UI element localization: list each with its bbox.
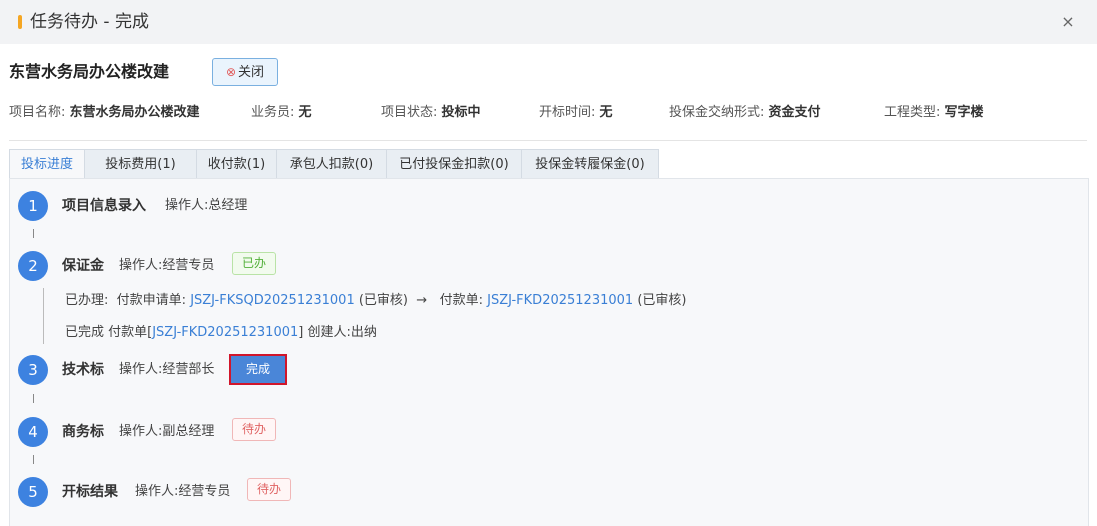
step-number: 4: [18, 417, 48, 447]
payment-slip-link[interactable]: JSZJ-FKD20251231001: [487, 293, 633, 308]
step-number: 1: [18, 191, 48, 221]
info-salesperson: 业务员: 无: [251, 105, 312, 120]
complete-button[interactable]: 完成: [229, 354, 287, 385]
close-button[interactable]: ⊗ 关闭: [212, 58, 278, 86]
status-badge: 待办: [247, 478, 292, 501]
info-bid-opening-time: 开标时间: 无: [539, 105, 613, 120]
step-name: 技术标: [62, 362, 104, 378]
deposit-detail-line-2: 已完成 付款单[JSZJ-FKD20251231001] 创建人:出纳: [65, 325, 377, 340]
step-connector: [33, 394, 34, 403]
tab-payments[interactable]: 收付款(1): [197, 149, 277, 179]
step-number: 3: [18, 355, 48, 385]
step-number: 5: [18, 477, 48, 507]
step-connector: [33, 455, 34, 464]
completed-payment-slip-link[interactable]: JSZJ-FKD20251231001: [152, 325, 298, 340]
step-operator: 操作人:经营专员: [119, 258, 215, 273]
step-name: 保证金: [62, 258, 104, 274]
project-title: 东营水务局办公楼改建: [9, 62, 170, 81]
dialog-title: 任务待办 - 完成: [30, 12, 149, 32]
tab-deposit-to-performance-bond[interactable]: 投保金转履保金(0): [522, 149, 659, 179]
step-operator: 操作人:副总经理: [119, 424, 215, 439]
status-badge: 待办: [232, 418, 277, 441]
step-name: 开标结果: [62, 484, 118, 500]
progress-panel: [9, 178, 1089, 526]
info-project-status: 项目状态: 投标中: [381, 105, 481, 120]
tab-bid-fees[interactable]: 投标费用(1): [85, 149, 197, 179]
step-name: 商务标: [62, 424, 104, 440]
step-operator: 操作人:经营部长: [119, 362, 215, 377]
dialog-titlebar: 任务待办 - 完成 ×: [0, 0, 1097, 44]
step-detail-line: [43, 288, 44, 344]
status-badge: 已办: [232, 252, 277, 275]
step-number: 2: [18, 251, 48, 281]
deposit-detail-line-1: 已办理: 付款申请单: JSZJ-FKSQD20251231001 (已审核) …: [65, 293, 687, 308]
close-icon[interactable]: ×: [1059, 13, 1077, 31]
tab-paid-deposit-deductions[interactable]: 已付投保金扣款(0): [387, 149, 522, 179]
step-operator: 操作人:总经理: [165, 198, 248, 213]
circle-x-icon: ⊗: [225, 65, 237, 79]
header-divider: [9, 140, 1087, 141]
payment-request-link[interactable]: JSZJ-FKSQD20251231001: [190, 293, 355, 308]
step-operator: 操作人:经营专员: [135, 484, 231, 499]
tab-contractor-deductions[interactable]: 承包人扣款(0): [277, 149, 387, 179]
title-accent-bar: [18, 15, 22, 29]
step-name: 项目信息录入: [62, 198, 146, 214]
tab-bid-progress[interactable]: 投标进度: [9, 149, 85, 179]
info-deposit-payment-form: 投保金交纳形式: 资金支付: [669, 105, 821, 120]
info-project-name: 项目名称: 东营水务局办公楼改建: [9, 105, 200, 120]
info-project-type: 工程类型: 写字楼: [884, 105, 984, 120]
close-button-label: 关闭: [238, 65, 265, 80]
step-connector: [33, 229, 34, 238]
